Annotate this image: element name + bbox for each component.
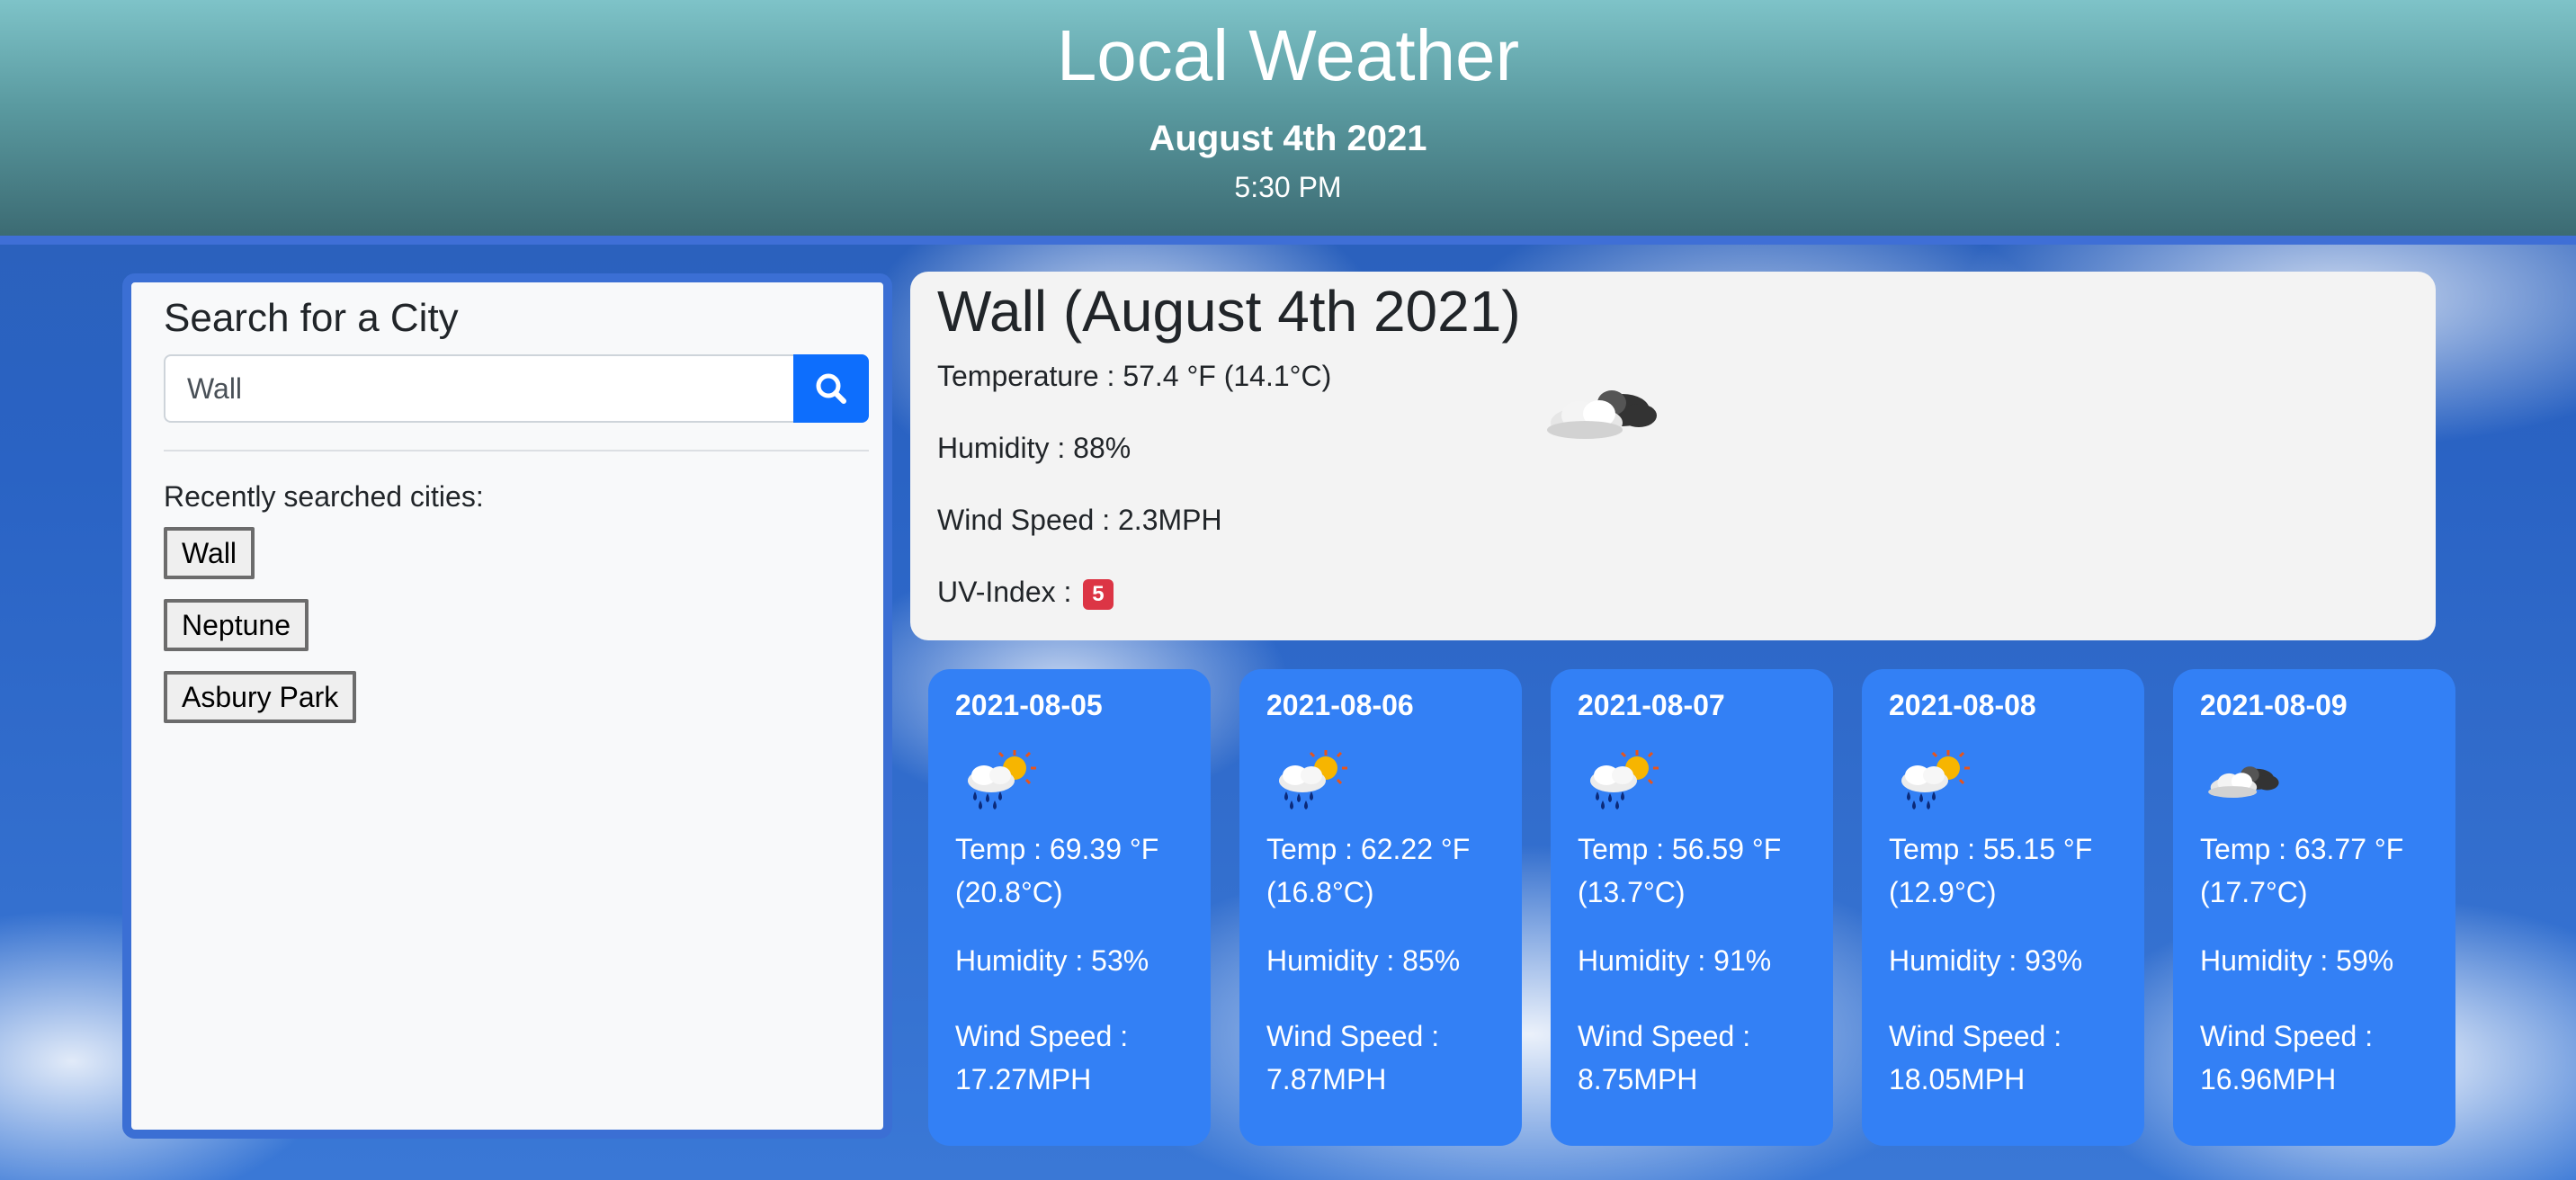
uv-label: UV-Index : [937,576,1072,608]
forecast-card: 2021-08-05 Temp : 69.39 °F (20.8°C) Humi… [928,669,1211,1146]
forecast-temp: Temp : 55.15 °F (12.9°C) [1889,833,2093,908]
forecast-date: 2021-08-05 [955,689,1103,721]
recent-city-button[interactable]: Asbury Park [164,671,357,723]
current-uv-row: UV-Index : 5 [937,574,1114,610]
header-date: August 4th 2021 [1149,119,1427,158]
forecast-date: 2021-08-08 [1889,689,2036,721]
rain-sun-icon [959,748,1040,811]
header-time: 5:30 PM [1234,171,1342,203]
forecast-temp: Temp : 63.77 °F (17.7°C) [2200,833,2404,908]
search-panel: Search for a City Recently searched citi… [122,273,892,1139]
cloudy-icon [1540,371,1666,451]
forecast-card: 2021-08-08 Temp : 55.15 °F (12.9°C) Humi… [1862,669,2144,1146]
search-button[interactable] [793,354,869,423]
forecast-date: 2021-08-07 [1578,689,1725,721]
search-icon [816,373,846,404]
recent-city-button[interactable]: Neptune [164,599,309,651]
rain-sun-icon [1892,748,1973,811]
page-title: Local Weather [1056,15,1520,95]
forecast-temp: Temp : 56.59 °F (13.7°C) [1578,833,1782,908]
rain-sun-icon [1270,748,1351,811]
current-temperature: Temperature : 57.4 °F (14.1°C) [937,360,1332,392]
cloudy-icon [2204,748,2285,811]
forecast-humidity: Humidity : 59% [2200,944,2394,977]
search-input[interactable] [164,354,795,423]
forecast-date: 2021-08-06 [1266,689,1414,721]
forecast-wind: Wind Speed : 7.87MPH [1266,1020,1440,1095]
page-header: Local Weather August 4th 2021 5:30 PM [0,0,2576,245]
forecast-wind: Wind Speed : 8.75MPH [1578,1020,1751,1095]
forecast-temp: Temp : 62.22 °F (16.8°C) [1266,833,1471,908]
current-weather-card: Wall (August 4th 2021) Temperature : 57.… [910,272,2436,640]
recent-city-button[interactable]: Wall [164,527,255,579]
forecast-humidity: Humidity : 85% [1266,944,1461,977]
forecast-date: 2021-08-09 [2200,689,2348,721]
forecast-wind: Wind Speed : 18.05MPH [1889,1020,2062,1095]
forecast-wind: Wind Speed : 16.96MPH [2200,1020,2374,1095]
forecast-humidity: Humidity : 53% [955,944,1149,977]
uv-index-badge: 5 [1083,578,1114,610]
current-wind: Wind Speed : 2.3MPH [937,504,1222,536]
rain-sun-icon [1581,748,1662,811]
forecast-card: 2021-08-09 Temp : 63.77 °F (17.7°C) Humi… [2173,669,2455,1146]
search-box [164,354,869,423]
current-city-title: Wall (August 4th 2021) [937,279,1521,344]
forecast-humidity: Humidity : 93% [1889,944,2083,977]
forecast-wind: Wind Speed : 17.27MPH [955,1020,1129,1095]
forecast-temp: Temp : 69.39 °F (20.8°C) [955,833,1159,908]
recent-searches-list: Wall Neptune Asbury Park [164,527,357,743]
forecast-card: 2021-08-07 Temp : 56.59 °F (13.7°C) Humi… [1551,669,1833,1146]
divider [164,450,869,451]
current-humidity: Humidity : 88% [937,432,1131,464]
recent-searches-label: Recently searched cities: [164,480,484,513]
search-heading: Search for a City [164,296,459,340]
forecast-humidity: Humidity : 91% [1578,944,1772,977]
forecast-card: 2021-08-06 Temp : 62.22 °F (16.8°C) Humi… [1239,669,1522,1146]
